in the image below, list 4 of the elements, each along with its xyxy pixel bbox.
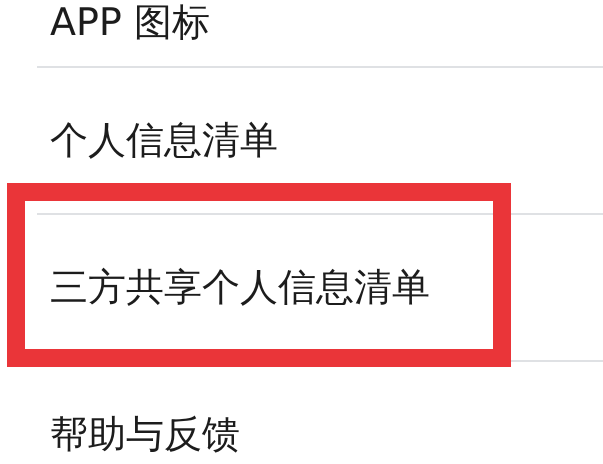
- settings-item[interactable]: APP 图标: [50, 0, 210, 46]
- settings-item[interactable]: 帮助与反馈: [50, 412, 240, 458]
- settings-item[interactable]: 个人信息清单: [50, 118, 278, 164]
- settings-item[interactable]: 三方共享个人信息清单: [50, 264, 430, 310]
